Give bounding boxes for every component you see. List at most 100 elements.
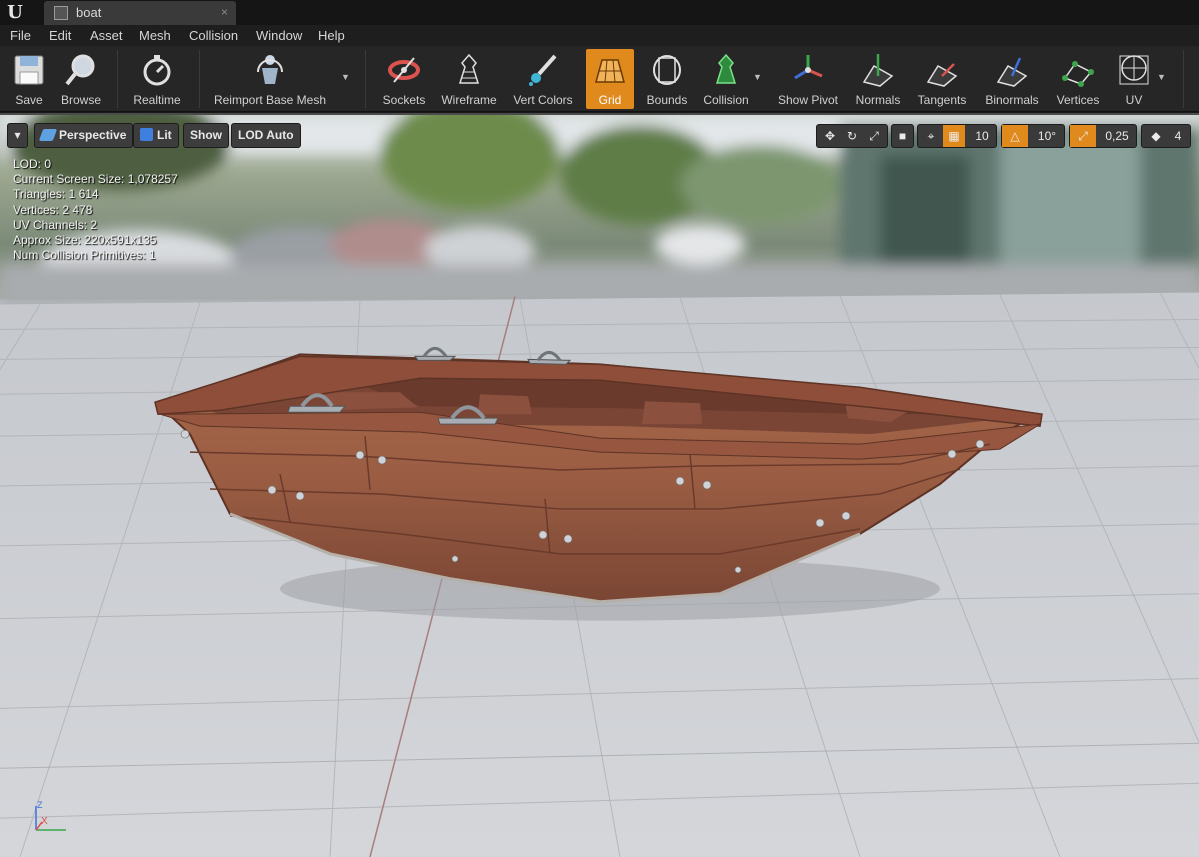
lit-button[interactable]: Lit xyxy=(133,123,179,148)
coordinate-space-button[interactable]: ■ xyxy=(891,124,914,148)
camera-speed-icon: ◆ xyxy=(1151,129,1161,143)
grid-snap-toggle[interactable]: ▦ xyxy=(943,125,965,147)
collision-button[interactable]: Collision xyxy=(700,49,752,109)
menu-window[interactable]: Window xyxy=(256,28,302,43)
menu-help[interactable]: Help xyxy=(318,28,345,43)
grid-snap-value[interactable]: 10 xyxy=(968,125,996,147)
stat-approx-size: Approx Size: 220x591x135 xyxy=(13,233,157,248)
lod-label: LOD Auto xyxy=(238,128,294,142)
stat-triangles: Triangles: 1 614 xyxy=(13,187,99,202)
sockets-icon xyxy=(388,57,420,83)
menu-collision[interactable]: Collision xyxy=(189,28,238,43)
asset-tab[interactable]: boat × xyxy=(44,1,236,25)
scale-icon[interactable]: ⤢ xyxy=(863,125,885,147)
save-button[interactable]: Save xyxy=(6,49,52,109)
scale-snap-icon[interactable]: ⤢ xyxy=(1070,125,1096,147)
binormals-icon xyxy=(996,57,1028,87)
collision-label: Collision xyxy=(703,93,749,107)
collision-icon xyxy=(715,53,737,84)
show-label: Show xyxy=(190,128,222,142)
grid-label: Grid xyxy=(598,93,622,107)
vert-colors-button[interactable]: Vert Colors xyxy=(508,49,578,109)
normals-label: Normals xyxy=(855,93,901,107)
uv-icon xyxy=(1119,55,1149,85)
grid-button[interactable]: Grid xyxy=(586,49,634,109)
uv-button[interactable]: UV xyxy=(1112,49,1156,109)
browse-button[interactable]: Browse xyxy=(56,49,106,109)
pivot-icon xyxy=(794,55,823,80)
wireframe-label: Wireframe xyxy=(441,93,497,107)
menu-file[interactable]: File xyxy=(10,28,31,43)
perspective-button[interactable]: Perspective xyxy=(34,123,134,148)
reimport-label: Reimport Base Mesh xyxy=(213,93,327,107)
vertices-button[interactable]: Vertices xyxy=(1050,49,1106,109)
close-tab-icon[interactable]: × xyxy=(221,5,228,19)
binormals-button[interactable]: Binormals xyxy=(980,49,1044,109)
uv-label: UV xyxy=(1125,93,1143,107)
rotate-icon[interactable]: ↻ xyxy=(841,125,863,147)
wireframe-button[interactable]: Wireframe xyxy=(438,49,500,109)
toolbar-divider xyxy=(365,50,366,108)
camera-speed-group[interactable]: ◆ 4 xyxy=(1141,124,1191,148)
rotation-snap-group: △ 10° xyxy=(1001,124,1065,148)
menu-asset[interactable]: Asset xyxy=(90,28,123,43)
tangents-icon xyxy=(926,63,958,87)
uv-dropdown-icon[interactable]: ▼ xyxy=(1157,72,1166,82)
collision-dropdown-icon[interactable]: ▼ xyxy=(753,72,762,82)
reimport-icon xyxy=(257,55,283,84)
lit-cube-icon xyxy=(140,128,153,141)
axis-indicator: Z X xyxy=(35,800,66,831)
sockets-label: Sockets xyxy=(382,93,426,107)
stat-collision-primitives: Num Collision Primitives: 1 xyxy=(13,248,156,263)
menu-edit[interactable]: Edit xyxy=(49,28,71,43)
world-space-icon: ■ xyxy=(898,129,907,143)
perspective-label: Perspective xyxy=(59,128,127,142)
rotation-snap-icon[interactable]: △ xyxy=(1002,125,1028,147)
tangents-label: Tangents xyxy=(917,93,967,107)
show-pivot-button[interactable]: Show Pivot xyxy=(774,49,842,109)
browse-label: Browse xyxy=(60,93,101,107)
transform-mode-group: ✥ ↻ ⤢ xyxy=(816,124,888,148)
menu-bar: File Edit Asset Mesh Collision Window He… xyxy=(0,25,1199,46)
camera-speed-value: 4 xyxy=(1174,129,1182,143)
reimport-dropdown-icon[interactable]: ▼ xyxy=(341,72,350,82)
surface-snap-icon[interactable]: ⌖ xyxy=(920,125,942,147)
stat-lod: LOD: 0 xyxy=(13,157,52,171)
rotation-snap-value[interactable]: 10° xyxy=(1030,125,1064,147)
normals-button[interactable]: Normals xyxy=(850,49,906,109)
grid-icon xyxy=(595,59,625,83)
scale-snap-group: ⤢ 0,25 xyxy=(1069,124,1137,148)
grid-snap-group: ⌖ ▦ 10 xyxy=(917,124,997,148)
viewport-options-dropdown[interactable]: ▾ xyxy=(7,123,28,148)
stopwatch-icon xyxy=(143,55,171,86)
axis-x-label: X xyxy=(41,816,48,827)
asset-tab-label: boat xyxy=(76,5,102,20)
bounds-label: Bounds xyxy=(646,93,688,107)
show-button[interactable]: Show xyxy=(183,123,229,148)
viewport-scene xyxy=(0,115,1199,857)
toolbar: Save Browse Realtime Reimport Base Mesh … xyxy=(0,46,1199,112)
binormals-label: Binormals xyxy=(985,93,1039,107)
stat-vertices: Vertices: 2 478 xyxy=(13,202,93,217)
unreal-logo-icon: U xyxy=(7,2,23,23)
mesh-viewport[interactable]: ▾ Perspective Lit Show LOD Auto LOD: 0 C… xyxy=(0,113,1199,857)
title-bar: U boat × xyxy=(0,0,1199,25)
scale-snap-value[interactable]: 0,25 xyxy=(1098,125,1136,147)
bounds-button[interactable]: Bounds xyxy=(642,49,692,109)
stat-screen-size: Current Screen Size: 1,078257 xyxy=(13,172,178,187)
camera-icon xyxy=(38,129,58,141)
vertices-label: Vertices xyxy=(1056,93,1100,107)
bounds-icon xyxy=(653,55,681,85)
paintbrush-icon xyxy=(529,54,557,86)
lod-button[interactable]: LOD Auto xyxy=(231,123,301,148)
vertices-icon xyxy=(1062,61,1094,87)
sockets-button[interactable]: Sockets xyxy=(378,49,430,109)
toolbar-divider xyxy=(117,50,118,108)
realtime-button[interactable]: Realtime xyxy=(128,49,186,109)
reimport-button[interactable]: Reimport Base Mesh xyxy=(210,49,330,109)
menu-mesh[interactable]: Mesh xyxy=(139,28,171,43)
mesh-stats-overlay: LOD: 0 Current Screen Size: 1,078257 Tri… xyxy=(13,157,178,263)
translate-icon[interactable]: ✥ xyxy=(819,125,841,147)
vert-colors-label: Vert Colors xyxy=(513,93,573,107)
tangents-button[interactable]: Tangents xyxy=(912,49,972,109)
